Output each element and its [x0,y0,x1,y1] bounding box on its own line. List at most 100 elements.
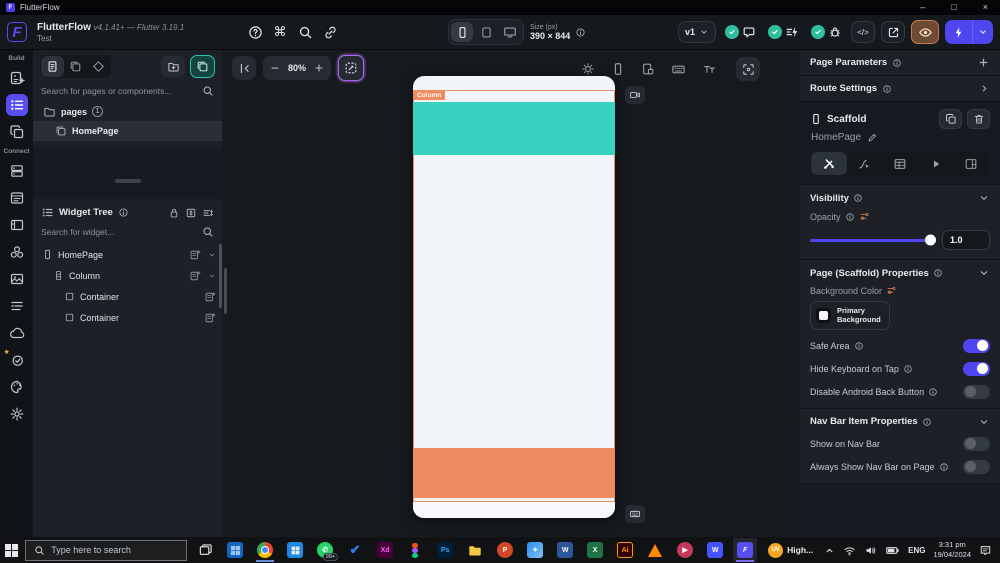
info-icon[interactable] [922,417,932,427]
rail-item-widget-tree[interactable] [6,94,28,116]
tab-animations[interactable] [918,152,954,175]
info-icon[interactable] [854,341,864,351]
widget-search-input[interactable] [41,227,198,237]
container-widget-orange[interactable] [413,448,615,498]
info-icon[interactable] [882,84,892,94]
rail-item-tests[interactable]: ★ [6,349,28,371]
show-on-navbar-toggle[interactable] [963,437,990,451]
canvas-scrollbar[interactable] [224,268,227,314]
lock-icon[interactable] [168,207,180,219]
taskbar-app-photoshop[interactable]: Ps [433,538,457,562]
rail-item-cloud[interactable] [6,322,28,344]
rail-item-database[interactable] [6,160,28,182]
start-button[interactable] [4,539,19,561]
selected-widget-tag[interactable]: Column [413,90,445,100]
taskbar-app-word[interactable]: W [553,538,577,562]
opacity-slider[interactable] [810,239,934,242]
design-canvas[interactable]: 80% Column [222,50,800,537]
window-minimize-button[interactable]: – [920,0,925,15]
taskbar-app-powerpoint[interactable]: P [493,538,517,562]
drag-handle[interactable] [115,179,141,183]
pages-search-input[interactable] [41,86,198,96]
collapse-section-chevron[interactable] [978,267,990,279]
task-view-button[interactable] [193,538,217,562]
zoom-out-icon[interactable] [269,62,281,74]
info-icon[interactable] [933,268,943,278]
taskbar-search-input[interactable] [51,545,178,555]
pages-folder-row[interactable]: pages 1 [33,102,222,121]
rail-item-storage[interactable] [6,214,28,236]
hide-keyboard-toggle[interactable] [963,362,990,376]
open-in-new-button[interactable] [881,21,905,43]
window-close-button[interactable]: × [983,0,988,15]
taskbar-app-tiles[interactable] [223,538,247,562]
action-center-icon[interactable] [979,544,992,557]
collapse-panel-button[interactable] [232,56,256,80]
search-button[interactable] [296,23,314,41]
taskbar-app-excel[interactable]: X [583,538,607,562]
keyboard-toggle[interactable] [671,62,686,77]
taskbar-app-xd[interactable]: Xd [373,538,397,562]
text-scale-toggle[interactable] [702,62,716,76]
device-camera-button[interactable] [625,86,645,104]
slider-knob[interactable] [925,235,936,246]
panel-splitter[interactable] [33,147,222,199]
info-icon[interactable] [845,212,855,222]
add-widget-icon[interactable] [204,312,216,324]
always-show-navbar-toggle[interactable] [963,460,990,474]
device-panel-toggle[interactable] [641,62,655,76]
taskbar-app-explorer[interactable] [463,538,487,562]
tab-actions[interactable] [847,152,883,175]
tab-properties[interactable] [811,152,847,175]
taskbar-app-whatsapp[interactable]: ✆99+ [313,538,337,562]
branch-selector[interactable]: v1 [678,21,716,43]
battery-icon[interactable] [885,543,900,558]
clock[interactable]: 3:31 pm 19/04/2024 [933,540,971,560]
rail-item-components[interactable] [6,121,28,143]
zoom-in-icon[interactable] [313,62,325,74]
taskbar-app-chrome[interactable] [253,538,277,562]
help-button[interactable] [246,23,264,41]
taskbar-app-vlc[interactable] [643,538,667,562]
tray-expand-chevron[interactable] [824,545,835,556]
collapse-node-icon[interactable] [208,251,216,259]
expand-tree-icon[interactable] [185,207,197,219]
collapse-section-chevron[interactable] [978,192,990,204]
theme-brightness-toggle[interactable] [581,62,595,76]
taskbar-app-flutterflow[interactable]: F [733,538,757,562]
page-parameters-row[interactable]: Page Parameters [800,50,1000,76]
container-widget-teal[interactable] [413,102,615,155]
device-frame-toggle[interactable] [611,62,625,76]
taskbar-app-webflow[interactable]: W [703,538,727,562]
window-maximize-button[interactable]: □ [951,0,956,15]
conditional-value-icon[interactable] [886,285,897,296]
tree-node-homepage[interactable]: HomePage [33,244,222,265]
rename-pencil-icon[interactable] [867,132,878,143]
speaker-icon[interactable] [864,544,877,557]
view-code-button[interactable]: </> [851,21,875,43]
taskbar-app-loom[interactable]: ▶ [673,538,697,562]
tab-backend-query[interactable] [882,152,918,175]
language-indicator[interactable]: ENG [908,546,925,555]
conditional-value-icon[interactable] [859,211,870,222]
phone-preview[interactable]: Column [413,76,615,518]
info-icon[interactable] [892,58,902,68]
device-keyboard-button[interactable] [625,505,645,523]
pages-tab-button[interactable] [41,56,64,77]
rail-item-dashboard[interactable] [6,67,28,89]
taskbar-running-app[interactable]: UV High... [763,538,818,562]
disable-back-toggle[interactable] [963,385,990,399]
share-link-button[interactable] [321,23,339,41]
rail-item-media[interactable] [6,268,28,290]
delete-widget-button[interactable] [967,109,990,129]
rail-item-theme[interactable] [6,376,28,398]
design-system-tab-button[interactable] [87,56,110,77]
add-widget-icon[interactable] [204,291,216,303]
tree-node-container[interactable]: Container [33,307,222,328]
rail-item-settings[interactable] [6,403,28,425]
page-item-homepage[interactable]: HomePage [33,121,222,141]
device-desktop-button[interactable] [499,22,521,42]
command-palette-button[interactable]: ⌘ [271,23,289,41]
device-phone-button[interactable] [451,22,473,42]
taskbar-app-illustrator[interactable]: Ai [613,538,637,562]
